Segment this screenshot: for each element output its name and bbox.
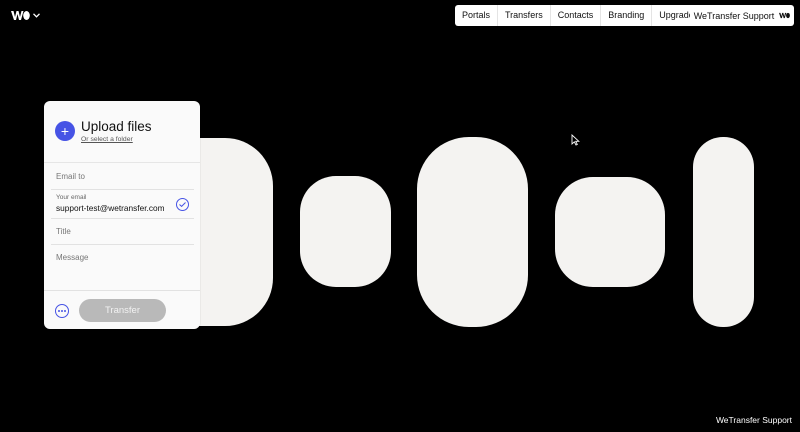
wetransfer-logo-icon bbox=[779, 12, 791, 19]
wetransfer-support-button[interactable]: WeTransfer Support bbox=[690, 5, 794, 26]
more-options-button[interactable] bbox=[55, 304, 69, 318]
background-shape bbox=[693, 137, 754, 327]
add-files-button[interactable]: + bbox=[55, 121, 75, 141]
wetransfer-logo-icon bbox=[11, 11, 30, 20]
upload-panel: + Upload files Or select a folder Email … bbox=[44, 101, 200, 329]
message-placeholder: Message bbox=[56, 253, 89, 262]
your-email-label: Your email bbox=[56, 194, 87, 201]
your-email-field[interactable]: Your email support-test@wetransfer.com bbox=[51, 189, 194, 219]
upload-header: + Upload files Or select a folder bbox=[44, 101, 200, 163]
nav-transfers[interactable]: Transfers bbox=[497, 5, 550, 26]
select-folder-link[interactable]: Or select a folder bbox=[81, 136, 133, 143]
nav-contacts[interactable]: Contacts bbox=[549, 5, 601, 26]
check-circle-icon bbox=[176, 198, 189, 211]
footer-support-link[interactable]: WeTransfer Support bbox=[716, 415, 792, 425]
transfer-button[interactable]: Transfer bbox=[79, 299, 166, 322]
support-button-label: WeTransfer Support bbox=[693, 10, 775, 21]
background-shape bbox=[555, 177, 665, 287]
top-navigation: Portals Transfers Contacts Branding Upgr… bbox=[455, 5, 701, 26]
your-email-value: support-test@wetransfer.com bbox=[56, 203, 165, 213]
upload-title: Upload files bbox=[81, 119, 152, 134]
dot-icon bbox=[58, 310, 60, 312]
logo-menu[interactable] bbox=[11, 10, 40, 21]
message-field[interactable]: Message bbox=[51, 244, 194, 289]
chevron-down-icon bbox=[33, 13, 40, 18]
nav-branding[interactable]: Branding bbox=[600, 5, 651, 26]
background-shape bbox=[417, 137, 528, 327]
upload-footer: Transfer bbox=[44, 290, 200, 330]
nav-portals[interactable]: Portals bbox=[455, 5, 497, 26]
plus-icon: + bbox=[60, 123, 70, 139]
email-to-field[interactable]: Email to bbox=[51, 163, 194, 190]
background-shape bbox=[300, 176, 391, 287]
mouse-cursor-icon bbox=[571, 134, 580, 146]
title-placeholder: Title bbox=[56, 227, 71, 236]
title-field[interactable]: Title bbox=[51, 218, 194, 245]
dot-icon bbox=[61, 310, 63, 312]
dot-icon bbox=[64, 310, 66, 312]
email-to-placeholder: Email to bbox=[56, 172, 85, 181]
